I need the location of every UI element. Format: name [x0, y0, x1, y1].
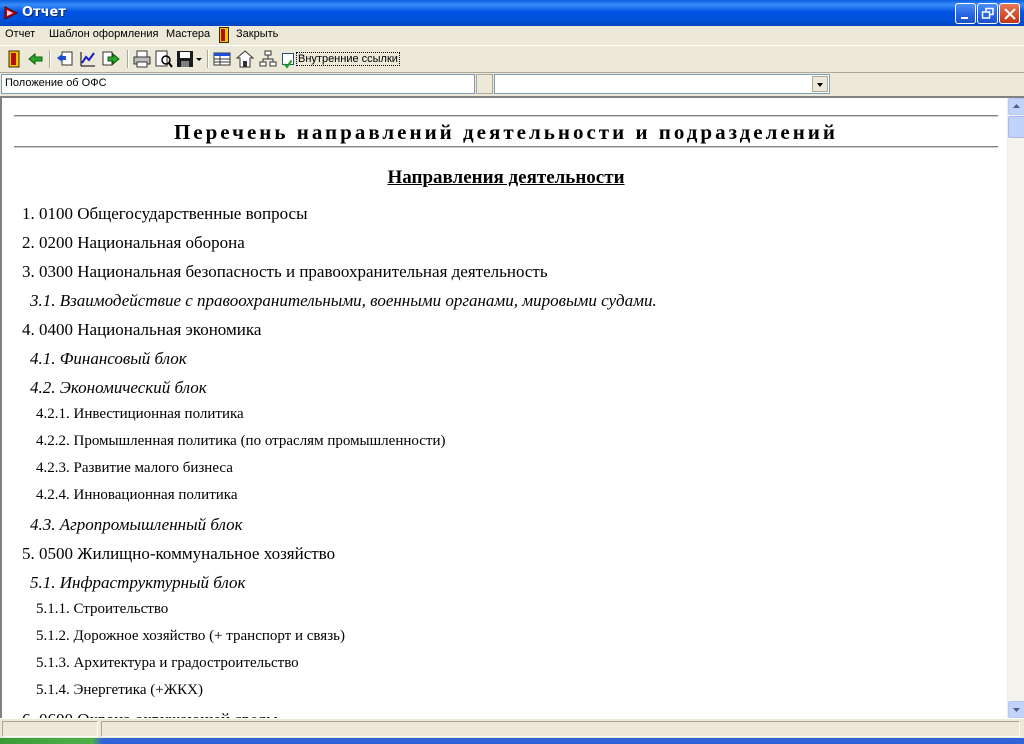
title-bar: Отчет: [0, 0, 1024, 26]
restore-button[interactable]: [977, 3, 998, 24]
document-line-level-2: 5.1. Инфраструктурный блок: [30, 573, 246, 592]
toolbar-separator: [127, 50, 129, 68]
document-line-level-2: 4.2. Экономический блок: [30, 378, 207, 397]
menu-report[interactable]: Отчет: [5, 28, 35, 40]
document-line-level-3: 4.2.1. Инвестиционная политика: [36, 406, 244, 422]
document-line-level-1: 3. 0300 Национальная безопасность и прав…: [22, 262, 548, 281]
toolbar-separator: [207, 50, 209, 68]
menu-bar: Отчет Шаблон оформления Мастера Закрыть: [0, 26, 1024, 45]
chevron-up-icon: [1013, 104, 1020, 108]
exit-door-icon: [219, 27, 229, 43]
document-line-level-2: 4.1. Финансовый блок: [30, 349, 187, 368]
restore-icon: [981, 7, 994, 19]
document-line-level-2: 3.1. Взаимодействие с правоохранительным…: [30, 291, 657, 310]
chevron-down-icon: [817, 83, 823, 87]
document-line-level-1: 2. 0200 Национальная оборона: [22, 233, 245, 252]
print-icon[interactable]: [133, 50, 151, 68]
exit-door-icon[interactable]: [5, 50, 23, 68]
chevron-down-icon: [1013, 708, 1020, 712]
document-line-level-3: 4.2.4. Инновационная политика: [36, 487, 238, 503]
window-title: Отчет: [22, 5, 66, 20]
menu-wizards[interactable]: Мастера: [166, 28, 210, 40]
app-icon: [4, 6, 19, 20]
title-rule-top: [14, 115, 998, 117]
minimize-button[interactable]: [955, 3, 976, 24]
document-page: Перечень направлений деятельности и подр…: [4, 98, 1008, 718]
tree-icon[interactable]: [259, 50, 277, 68]
close-window-button[interactable]: [999, 3, 1020, 24]
document-name-field[interactable]: Положение об ОФС: [1, 74, 475, 94]
back-arrow-icon[interactable]: [27, 50, 45, 68]
document-line-level-2: 4.3. Агропромышленный блок: [30, 515, 243, 534]
table-icon[interactable]: [213, 50, 231, 68]
document-viewport: Перечень направлений деятельности и подр…: [0, 96, 1024, 718]
combo-dropdown-button[interactable]: [812, 76, 828, 92]
scroll-up-button[interactable]: [1008, 98, 1024, 115]
section-title: Направления деятельности: [387, 167, 625, 188]
checkmark-icon: [283, 59, 293, 69]
minimize-icon: [961, 17, 968, 19]
forward-icon[interactable]: [102, 50, 120, 68]
scroll-down-button[interactable]: [1008, 701, 1024, 718]
status-pane-main: [101, 721, 1020, 737]
export-icon[interactable]: [56, 50, 74, 68]
address-row: Положение об ОФС: [0, 73, 1024, 96]
save-icon[interactable]: [176, 50, 194, 68]
toolbar: Внутренние ссылки: [0, 45, 1024, 73]
menu-close[interactable]: Закрыть: [236, 28, 278, 40]
document-line-level-3: 4.2.3. Развитие малого бизнеса: [36, 460, 233, 476]
document-line-level-1: 5. 0500 Жилищно-коммунальное хозяйство: [22, 544, 336, 563]
document-line-level-3: 5.1.1. Строительство: [36, 601, 169, 617]
taskbar-edge: [0, 738, 1024, 744]
document-title: Перечень направлений деятельности и подр…: [173, 120, 839, 144]
close-icon: [1004, 8, 1016, 20]
status-bar: [0, 718, 1024, 738]
vertical-scrollbar[interactable]: [1007, 98, 1024, 718]
print-preview-icon[interactable]: [155, 50, 173, 68]
menu-template[interactable]: Шаблон оформления: [49, 28, 158, 40]
document-line-level-3: 5.1.3. Архитектура и градостроительство: [36, 655, 299, 671]
document-line-level-1: 4. 0400 Национальная экономика: [22, 320, 262, 339]
scroll-thumb[interactable]: [1008, 116, 1024, 138]
document-line-level-3: 5.1.4. Энергетика (+ЖКХ): [36, 682, 203, 698]
internal-links-checkbox[interactable]: [282, 53, 294, 69]
bookmark-combo[interactable]: [494, 74, 830, 94]
chart-icon[interactable]: [79, 50, 97, 68]
home-icon[interactable]: [236, 50, 254, 68]
internal-links-label[interactable]: Внутренние ссылки: [296, 52, 400, 66]
splitter-handle[interactable]: [476, 74, 493, 94]
document-line-level-3: 5.1.2. Дорожное хозяйство (+ транспорт и…: [36, 628, 345, 644]
document-line-level-1: 6. 0600 Охрана окружающей среды: [22, 710, 278, 718]
toolbar-separator: [49, 50, 51, 68]
document-line-level-1: 1. 0100 Общегосударственные вопросы: [22, 204, 308, 223]
document-line-level-3: 4.2.2. Промышленная политика (по отрасля…: [36, 433, 446, 449]
title-rule-bottom: [14, 146, 998, 148]
save-dropdown-icon[interactable]: [195, 50, 203, 68]
status-pane-left: [2, 721, 98, 737]
